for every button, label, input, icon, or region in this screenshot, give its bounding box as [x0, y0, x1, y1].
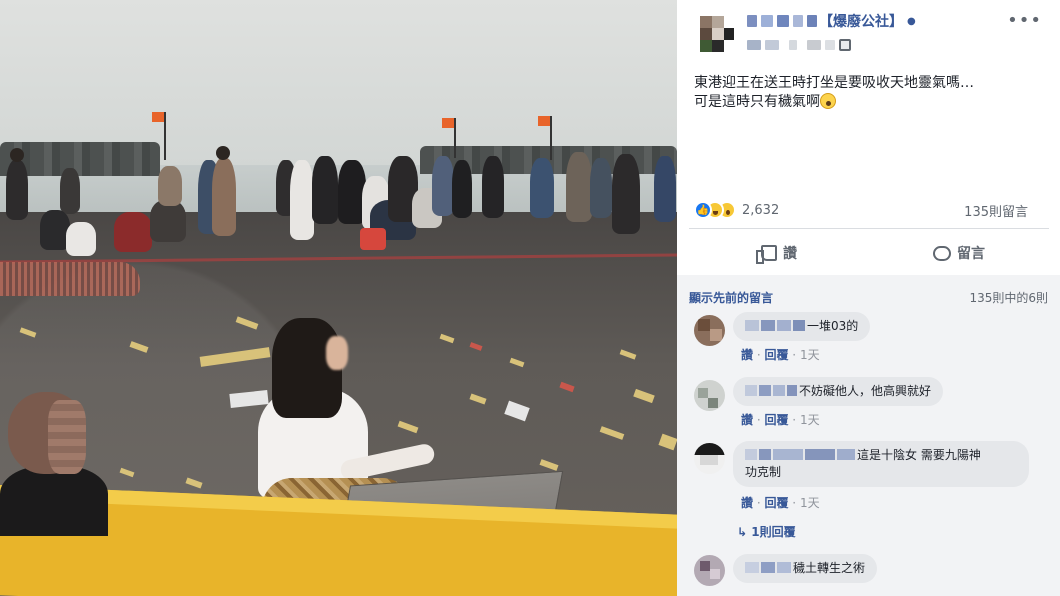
comment-button-label: 留言	[957, 246, 985, 262]
comment-time[interactable]: 1天	[800, 348, 820, 362]
like-icon	[756, 245, 777, 264]
comment-text: 一堆03的	[807, 319, 859, 333]
post-photo[interactable]	[0, 0, 677, 596]
comment-button[interactable]: 留言	[869, 234, 1049, 272]
post-panel: 【爆廢公社】 ● ••• 東港迎王在送王時打坐是要吸收天地靈氣嗎… 可是這時只有…	[677, 0, 1060, 596]
page-avatar[interactable]	[694, 12, 738, 56]
comment-time[interactable]: 1天	[800, 413, 820, 427]
flag	[152, 112, 166, 160]
more-icon[interactable]: •••	[1007, 10, 1042, 31]
comment-bubble: 這是十陰女 需要九陽神 功克制	[733, 441, 1029, 487]
comment-text: 不妨礙他人，他高興就好	[799, 384, 932, 398]
view-replies-link[interactable]: ↳ 1則回覆	[737, 523, 796, 540]
comment-actions: 讚 · 回覆 · 1天	[741, 496, 820, 510]
comments-section: 顯示先前的留言 135則中的6則 一堆03的 讚 · 回覆 · 1天 不妨礙他人…	[677, 275, 1060, 596]
comment-like-link[interactable]: 讚	[741, 413, 753, 427]
comment-count[interactable]: 135則留言	[964, 201, 1028, 220]
comment-text: 功克制	[745, 465, 782, 479]
comment-reply-link[interactable]: 回覆	[764, 496, 788, 510]
post-text-line: 東港迎王在送王時打坐是要吸收天地靈氣嗎…	[694, 75, 974, 91]
comment-reply-link[interactable]: 回覆	[764, 348, 788, 362]
divider	[689, 228, 1049, 229]
offering-pile	[0, 262, 140, 296]
comment-bubble: 穢土轉生之術	[733, 554, 878, 583]
comment-text: 穢土轉生之術	[793, 561, 866, 575]
comment-avatar[interactable]	[694, 380, 725, 411]
author-line[interactable]: 【爆廢公社】 ●	[747, 12, 916, 30]
comment-bubble: 不妨礙他人，他高興就好	[733, 377, 944, 406]
like-reaction-icon: 👍	[694, 201, 712, 219]
reaction-bar[interactable]: 👍 2,632 135則留言	[694, 200, 1044, 220]
comment-avatar[interactable]	[694, 315, 725, 346]
flag	[538, 116, 552, 160]
comment-avatar[interactable]	[694, 443, 725, 474]
comment-bubble: 一堆03的	[733, 312, 871, 341]
reply-arrow-icon: ↳	[737, 525, 748, 539]
like-button[interactable]: 讚	[689, 234, 869, 272]
like-button-label: 讚	[783, 246, 797, 262]
comment-like-link[interactable]: 讚	[741, 348, 753, 362]
comment-position: 135則中的6則	[969, 291, 1048, 305]
show-previous-comments-link[interactable]: 顯示先前的留言	[689, 289, 773, 306]
reaction-count[interactable]: 2,632	[742, 203, 779, 218]
globe-icon	[839, 39, 851, 51]
author-pixelated	[747, 15, 757, 27]
comment-time[interactable]: 1天	[800, 496, 820, 510]
comment-like-link[interactable]: 讚	[741, 496, 753, 510]
comment-reply-link[interactable]: 回覆	[764, 413, 788, 427]
comment-icon	[933, 245, 951, 261]
comment-text: 這是十陰女 需要九陽神	[857, 448, 981, 462]
action-row: 讚 留言	[689, 234, 1049, 272]
verified-dot: ●	[907, 15, 916, 27]
post-meta	[747, 38, 851, 52]
comment-actions: 讚 · 回覆 · 1天	[741, 348, 820, 362]
post-text-line: 可是這時只有穢氣啊	[694, 94, 820, 110]
post-text: 東港迎王在送王時打坐是要吸收天地靈氣嗎… 可是這時只有穢氣啊	[694, 74, 1049, 112]
comment-actions: 讚 · 回覆 · 1天	[741, 413, 820, 427]
author-name[interactable]: 【爆廢公社】	[819, 11, 903, 31]
flag	[442, 118, 456, 158]
comment-avatar[interactable]	[694, 555, 725, 586]
fearful-emoji-icon	[820, 93, 836, 109]
